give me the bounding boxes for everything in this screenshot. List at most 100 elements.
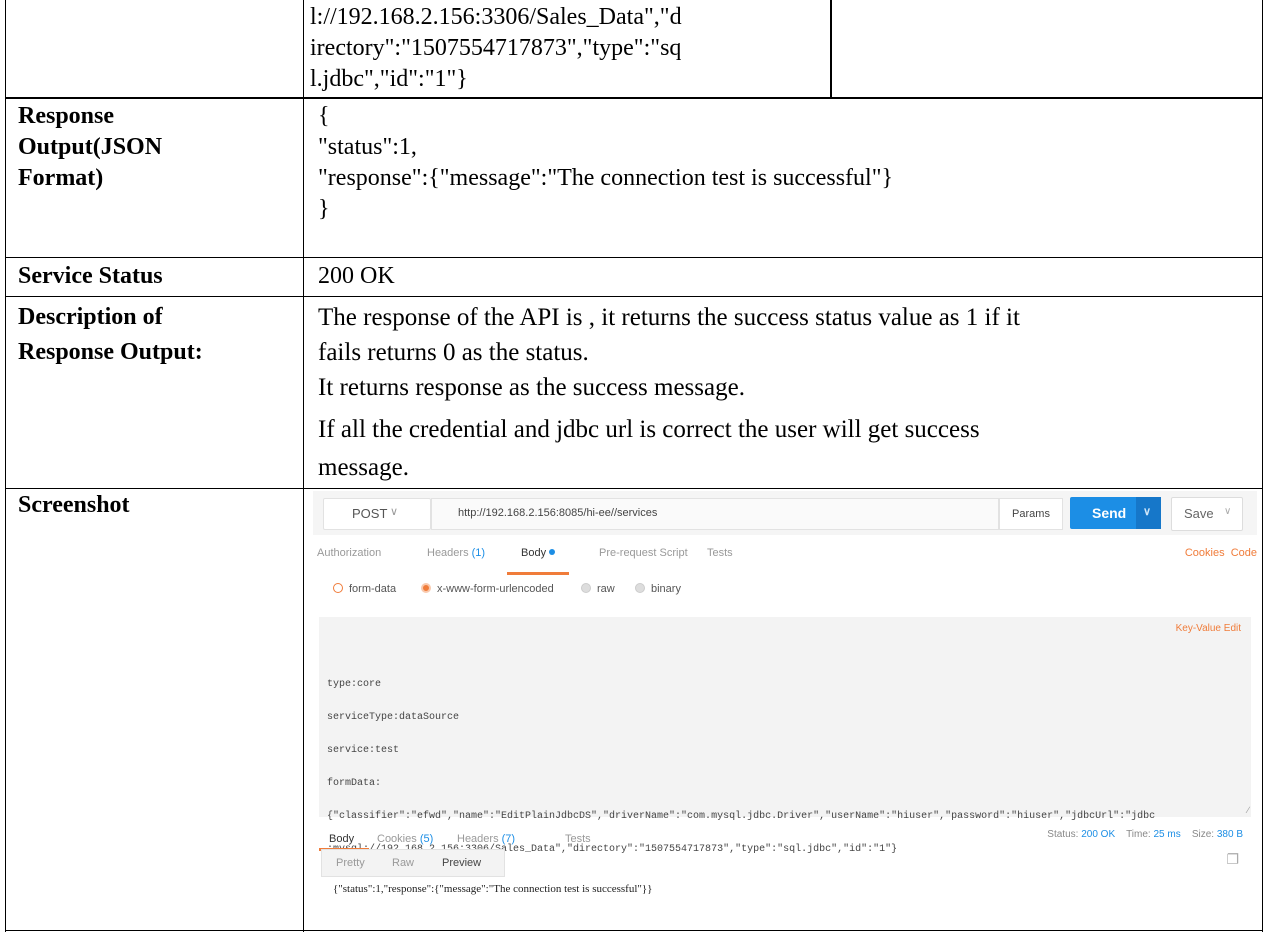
body-line: service:test (327, 745, 400, 756)
tab-count: (7) (501, 833, 516, 845)
radio-icon (581, 583, 591, 593)
description-line: fails returns 0 as the status. (318, 339, 589, 366)
body-editor[interactable]: Key-Value Edit type:core serviceType:dat… (319, 617, 1251, 855)
table-bottom-border (5, 930, 1263, 931)
response-output-line: } (318, 196, 330, 222)
send-button[interactable]: Send ∨ (1070, 497, 1161, 529)
tab-count: (5) (419, 833, 434, 845)
request-line: l://192.168.2.156:3306/Sales_Data","d (310, 4, 682, 30)
request-line: l.jdbc","id":"1"} (310, 66, 468, 92)
request-line: irectory":"1507554717873","type":"sq (310, 35, 682, 61)
tab-pretty[interactable]: Pretty (336, 857, 365, 869)
tab-body-label: Body (521, 547, 547, 559)
modified-dot-icon (549, 549, 556, 555)
resize-handle-icon[interactable]: ∕ (1247, 805, 1249, 815)
tab-label: Headers (457, 833, 499, 845)
response-output-label: Format) (18, 165, 104, 191)
response-output-label: Output(JSON (18, 134, 163, 160)
chevron-down-icon: ∨ (1224, 506, 1232, 517)
method-label: POST (352, 506, 388, 521)
tab-response-headers[interactable]: Headers (7) (457, 833, 515, 845)
tab-raw[interactable]: Raw (392, 857, 414, 869)
url-input[interactable]: http://192.168.2.156:8085/hi-ee//service… (431, 498, 999, 530)
body-line: {"classifier":"efwd","name":"EditPlainJd… (327, 811, 1156, 822)
description-label: Description of (18, 304, 163, 330)
row-divider (5, 296, 1263, 297)
time-value: 25 ms (1153, 829, 1181, 840)
code-link[interactable]: Code (1231, 547, 1257, 559)
response-output-line: "status":1, (318, 134, 417, 160)
radio-selected-icon (421, 583, 431, 593)
service-status-label: Service Status (18, 263, 163, 289)
request-bar: POST ∨ http://192.168.2.156:8085/hi-ee//… (313, 491, 1257, 535)
response-output-line: "response":{"message":"The connection te… (318, 165, 894, 191)
response-meta: Status: 200 OK Time: 25 ms Size: 380 B (1047, 829, 1243, 840)
tab-label: Cookies (377, 833, 417, 845)
screenshot-label: Screenshot (18, 492, 130, 518)
right-links: Cookies Code (1185, 547, 1257, 559)
tab-response-tests[interactable]: Tests (565, 833, 591, 845)
size-label: Size: (1191, 829, 1215, 840)
column-divider (303, 0, 304, 932)
tab-headers[interactable]: Headers (1) (427, 547, 485, 559)
size-value: 380 B (1216, 829, 1243, 840)
radio-label: form-data (349, 583, 397, 595)
postman-screenshot: POST ∨ http://192.168.2.156:8085/hi-ee//… (313, 491, 1257, 928)
response-tabs: Body Cookies (5) Headers (7) Tests Statu… (313, 829, 1257, 851)
body-line: serviceType:dataSource (327, 712, 460, 723)
body-line: type:core (327, 679, 382, 690)
key-value-edit-link[interactable]: Key-Value Edit (1176, 623, 1241, 634)
radio-form-data[interactable]: form-data (333, 583, 396, 595)
radio-label: binary (651, 583, 681, 595)
response-output-line: { (318, 103, 330, 129)
tab-headers-label: Headers (427, 547, 469, 559)
chevron-down-icon: ∨ (1143, 506, 1152, 518)
tab-authorization[interactable]: Authorization (317, 547, 381, 559)
request-tabs: Authorization Headers (1) Body Pre-reque… (313, 547, 1257, 575)
send-label: Send (1092, 505, 1127, 521)
status-value: 200 OK (1081, 829, 1116, 840)
radio-label: x-www-form-urlencoded (437, 583, 554, 595)
tab-body[interactable]: Body (521, 547, 556, 559)
chevron-down-icon: ∨ (390, 506, 399, 518)
description-line: If all the credential and jdbc url is co… (318, 416, 980, 443)
response-output-label: Response (18, 103, 115, 129)
tab-headers-count: (1) (471, 547, 486, 559)
table-right-border (1262, 0, 1263, 932)
status-label: Status: (1047, 829, 1079, 840)
row-divider (5, 257, 1263, 258)
save-label: Save (1184, 506, 1214, 521)
description-line: It returns response as the success messa… (318, 374, 745, 401)
inner-cell-right (830, 0, 832, 98)
row-divider (5, 488, 1263, 489)
params-button[interactable]: Params (999, 498, 1063, 530)
save-button[interactable]: Save ∨ (1171, 497, 1243, 531)
radio-raw[interactable]: raw (581, 583, 615, 595)
radio-label: raw (597, 583, 615, 595)
description-line: The response of the API is , it returns … (318, 304, 1020, 331)
body-type-radios: form-data x-www-form-urlencoded raw bina… (313, 583, 1257, 607)
tab-preview[interactable]: Preview (442, 857, 481, 869)
copy-icon[interactable]: ❐ (1226, 851, 1239, 868)
radio-urlencoded[interactable]: x-www-form-urlencoded (421, 583, 554, 595)
radio-icon (635, 583, 645, 593)
row-divider (5, 97, 1263, 99)
service-status-value: 200 OK (318, 263, 395, 289)
tab-response-cookies[interactable]: Cookies (5) (377, 833, 433, 845)
cookies-link[interactable]: Cookies (1185, 547, 1225, 559)
radio-icon (333, 583, 343, 593)
description-line: message. (318, 454, 409, 481)
method-select[interactable]: POST ∨ (323, 498, 431, 530)
body-line: formData: (327, 778, 382, 789)
active-tab-indicator (507, 572, 569, 575)
url-value: http://192.168.2.156:8085/hi-ee//service… (458, 507, 658, 519)
description-label: Response Output: (18, 339, 203, 365)
tab-response-body[interactable]: Body (329, 833, 354, 845)
radio-binary[interactable]: binary (635, 583, 681, 595)
tab-tests[interactable]: Tests (707, 547, 733, 559)
view-mode-tabs: Pretty Raw Preview (321, 849, 505, 877)
response-body-text: {"status":1,"response":{"message":"The c… (333, 883, 653, 895)
tab-pre-request-script[interactable]: Pre-request Script (599, 547, 688, 559)
table-left-border (5, 0, 6, 932)
time-label: Time: (1126, 829, 1151, 840)
